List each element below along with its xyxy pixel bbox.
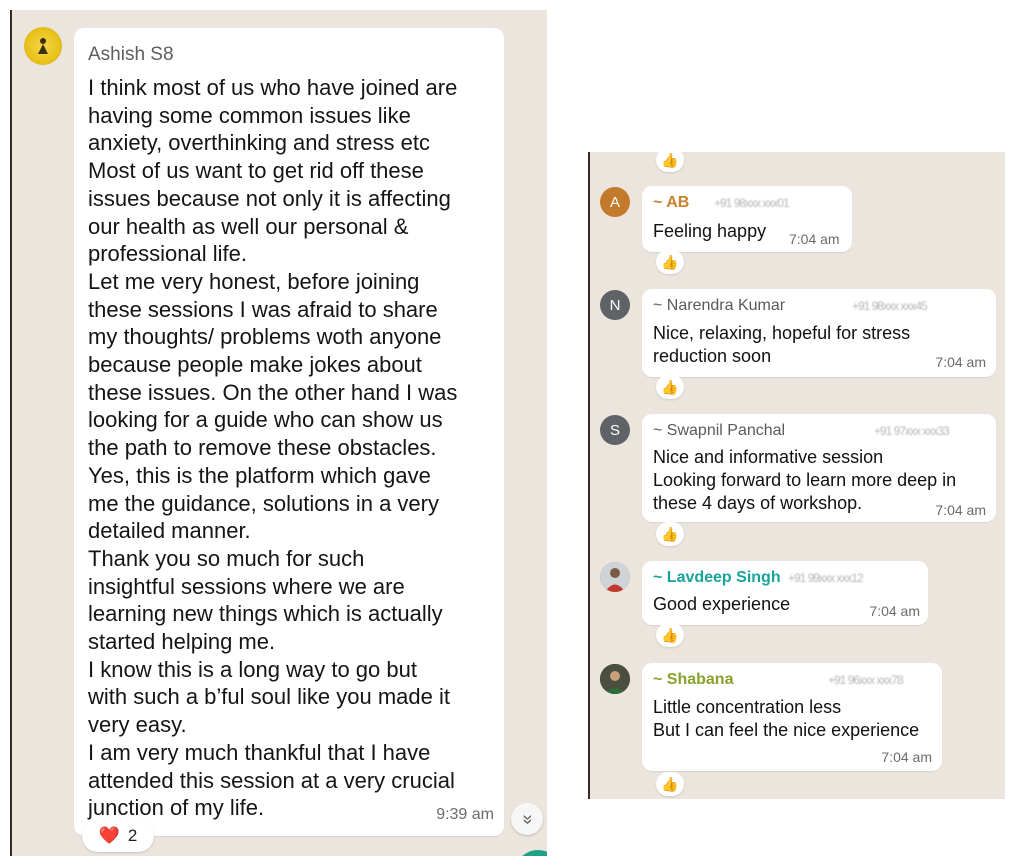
sender-phone: +91 98xxx xxx45 [852, 299, 928, 313]
thumbs-up-icon: 👍 [661, 775, 679, 792]
person-photo-icon [600, 664, 630, 694]
left-chat-panel: Ashish S8 I think most of us who have jo… [10, 10, 547, 856]
avatar-swapnil[interactable]: S [600, 415, 630, 445]
sender-name: ~ Swapnil Panchal [653, 422, 786, 439]
person-photo-icon [600, 562, 630, 592]
sender-name: ~ Narendra Kumar [653, 297, 786, 314]
thumbs-up-icon: 👍 [661, 378, 679, 395]
message-text: Good experience [653, 594, 791, 614]
thumbs-up-icon: 👍 [661, 253, 679, 270]
thumbs-up-reaction[interactable]: 👍 [656, 152, 684, 172]
message-bubble-narendra[interactable]: ~ Narendra Kumar +91 98xxx xxx45 Nice, r… [642, 289, 996, 377]
right-chat-panel: 👍 A ~ AB +91 98xxx xxx01 Feeling happy 7… [588, 152, 1005, 799]
message-time: 7:04 am [789, 231, 840, 247]
heart-icon: ❤️ [98, 826, 120, 845]
message-bubble-ab[interactable]: ~ AB +91 98xxx xxx01 Feeling happy 7:04 … [642, 186, 852, 252]
sender-name: Ashish S8 [88, 44, 174, 65]
sender-phone: +91 96xxx xxx78 [828, 673, 904, 687]
sender-name: ~ AB [653, 194, 690, 211]
sender-phone: +91 97xxx xxx33 [874, 424, 950, 438]
message-bubble-lavdeep[interactable]: ~ Lavdeep Singh +91 99xxx xxx12 Good exp… [642, 561, 928, 625]
message-time: 7:04 am [869, 603, 920, 619]
new-message-fab[interactable] [514, 850, 547, 856]
thumbs-up-icon: 👍 [661, 626, 679, 643]
thumbs-up-reaction[interactable]: 👍 [656, 772, 684, 796]
message-text: I think most of us who have joined are h… [88, 75, 458, 821]
message-time: 7:04 am [881, 749, 932, 765]
heart-reaction[interactable]: ❤️ 2 [82, 820, 154, 852]
message-bubble-shabana[interactable]: ~ Shabana +91 96xxx xxx78 Little concent… [642, 663, 942, 771]
avatar-figure-icon [38, 38, 48, 54]
message-text: Feeling happy [653, 221, 767, 241]
message-text: Nice, relaxing, hopeful for stress reduc… [653, 323, 911, 366]
message-text: Little concentration less But I can feel… [653, 697, 920, 740]
scroll-down-button[interactable]: « [511, 803, 543, 835]
thumbs-up-reaction[interactable]: 👍 [656, 522, 684, 546]
thumbs-up-icon: 👍 [661, 525, 679, 542]
thumbs-up-reaction[interactable]: 👍 [656, 250, 684, 274]
sender-name: ~ Lavdeep Singh [653, 569, 781, 586]
thumbs-up-icon: 👍 [661, 152, 679, 168]
message-time: 9:39 am [436, 806, 494, 823]
avatar-narendra[interactable]: N [600, 290, 630, 320]
thumbs-up-reaction[interactable]: 👍 [656, 623, 684, 647]
message-time: 7:04 am [935, 354, 986, 370]
message-time: 7:04 am [935, 502, 986, 518]
reaction-count: 2 [127, 826, 138, 845]
message-bubble-ashish[interactable]: Ashish S8 I think most of us who have jo… [74, 28, 504, 836]
message-bubble-swapnil[interactable]: ~ Swapnil Panchal +91 97xxx xxx33 Nice a… [642, 414, 996, 522]
avatar-shabana[interactable] [600, 664, 630, 694]
avatar-ab[interactable]: A [600, 187, 630, 217]
double-chevron-down-icon: « [516, 813, 537, 825]
ashish-avatar[interactable] [24, 27, 62, 65]
sender-phone: +91 99xxx xxx12 [788, 571, 864, 585]
thumbs-up-reaction[interactable]: 👍 [656, 375, 684, 399]
sender-phone: +91 98xxx xxx01 [714, 196, 790, 210]
sender-name: ~ Shabana [653, 671, 734, 688]
avatar-lavdeep[interactable] [600, 562, 630, 592]
message-text: Nice and informative session Looking for… [653, 447, 957, 513]
